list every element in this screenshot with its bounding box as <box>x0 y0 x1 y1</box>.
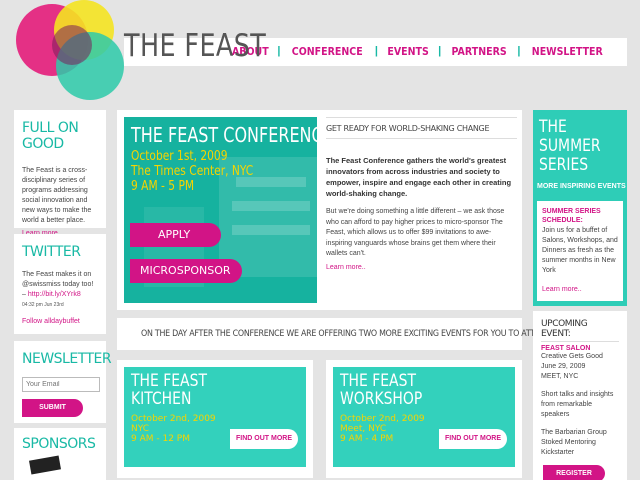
summer-series-box: THE SUMMER SERIES MORE INSPIRING EVENTS … <box>533 110 627 306</box>
conference-box: THE FEAST CONFERENCE October 1st, 2009 T… <box>117 110 522 310</box>
register-button[interactable]: REGISTER <box>543 465 605 480</box>
nav-newsletter[interactable]: NEWSLETTER <box>527 45 608 58</box>
event-title: THE FEAST WORKSHOP <box>340 372 422 408</box>
event-time: 9 AM - 12 PM <box>131 434 190 444</box>
conference-hero: THE FEAST CONFERENCE October 1st, 2009 T… <box>124 117 317 303</box>
summer-title-line: SERIES <box>539 155 589 175</box>
event-venue: Meet, NYC <box>340 424 387 434</box>
summer-schedule-text: Join us for a buffet of Salons, Workshop… <box>542 227 618 274</box>
conference-kicker: GET READY FOR WORLD-SHAKING CHANGE <box>326 117 517 139</box>
conference-more-link[interactable]: Learn more.. <box>326 264 517 271</box>
summer-title-line: THE <box>539 117 567 137</box>
sponsors-heading: SPONSORS <box>22 436 96 452</box>
upcoming-partner: Stoked Mentoring <box>541 439 596 446</box>
summer-schedule-heading: SUMMER SERIES SCHEDULE: <box>542 208 601 224</box>
conference-venue: The Times Center, NYC <box>131 164 254 179</box>
tweet-text: The Feast makes it on @swissmiss today t… <box>22 270 98 300</box>
day-after-banner: ON THE DAY AFTER THE CONFERENCE WE ARE O… <box>117 318 554 350</box>
conference-time: 9 AM - 5 PM <box>131 179 195 194</box>
find-out-more-button[interactable]: FIND OUT MORE <box>230 429 298 449</box>
event-title-line: THE FEAST <box>131 371 207 391</box>
event-title: THE FEAST KITCHEN <box>131 372 207 408</box>
twitter-box: TWITTER The Feast makes it on @swissmiss… <box>14 234 106 334</box>
event-venue: NYC <box>131 424 150 434</box>
upcoming-description: Short talks and insights from remarkable… <box>541 391 614 418</box>
summer-series-title: THE SUMMER SERIES <box>539 118 601 175</box>
header: ABOUT | CONFERENCE | EVENTS | PARTNERS |… <box>0 0 640 100</box>
event-date: October 2nd, 2009 <box>340 414 425 424</box>
day-after-text: ON THE DAY AFTER THE CONFERENCE WE ARE O… <box>141 329 554 339</box>
conference-lead: The Feast Conference gathers the world's… <box>326 156 512 198</box>
upcoming-event-name[interactable]: FEAST SALON <box>541 345 619 352</box>
summer-more-link[interactable]: Learn more.. <box>542 286 618 293</box>
apply-button[interactable]: APPLY <box>130 223 221 247</box>
full-on-good-box: FULL ON GOOD The Feast is a cross-discip… <box>14 110 106 237</box>
upcoming-partner: Kickstarter <box>541 449 575 456</box>
conference-date: October 1st, 2009 <box>131 149 228 164</box>
nav-separator: | <box>438 45 442 57</box>
upcoming-date: June 29, 2009 <box>541 363 586 370</box>
email-field[interactable] <box>22 377 100 392</box>
summer-series-subtitle: MORE INSPIRING EVENTS <box>537 183 626 190</box>
event-details: October 2nd, 2009 NYC 9 AM - 12 PM <box>131 414 216 444</box>
conference-paragraph: But we're doing something a little diffe… <box>326 208 505 257</box>
twitter-heading: TWITTER <box>22 244 81 260</box>
event-title-line: WORKSHOP <box>340 389 423 409</box>
upcoming-line: Creative Gets Good <box>541 353 603 360</box>
microsponsor-button[interactable]: MICROSPONSOR <box>130 259 242 283</box>
feast-logo-icon[interactable] <box>12 0 127 102</box>
event-title-line: THE FEAST <box>340 371 416 391</box>
sponsor-logo[interactable] <box>29 455 61 475</box>
event-date: October 2nd, 2009 <box>131 414 216 424</box>
event-card-inner: THE FEAST KITCHEN October 2nd, 2009 NYC … <box>124 367 306 467</box>
event-time: 9 AM - 4 PM <box>340 434 394 444</box>
nav-separator: | <box>374 45 378 57</box>
nav-events[interactable]: EVENTS <box>382 45 434 58</box>
full-on-good-heading: FULL ON GOOD <box>22 120 79 152</box>
newsletter-heading: NEWSLETTER <box>22 351 112 367</box>
upcoming-venue: MEET, NYC <box>541 373 579 380</box>
site-title[interactable]: THE FEAST <box>124 28 266 64</box>
submit-button[interactable]: SUBMIT <box>22 399 83 417</box>
upcoming-event-box: UPCOMING EVENT: FEAST SALON Creative Get… <box>533 311 627 480</box>
tweet-link[interactable]: http://bit.ly/XYrk8 <box>28 291 81 298</box>
main-nav: ABOUT | CONFERENCE | EVENTS | PARTNERS |… <box>223 45 615 58</box>
summer-series-card: SUMMER SERIES SCHEDULE: Join us for a bu… <box>537 201 623 301</box>
event-details: October 2nd, 2009 Meet, NYC 9 AM - 4 PM <box>340 414 425 444</box>
conference-body: GET READY FOR WORLD-SHAKING CHANGE The F… <box>326 117 517 271</box>
nav-partners[interactable]: PARTNERS <box>447 45 513 58</box>
find-out-more-button[interactable]: FIND OUT MORE <box>439 429 507 449</box>
twitter-follow-link[interactable]: Follow alldaybuffet <box>22 318 98 325</box>
event-card-workshop: THE FEAST WORKSHOP October 2nd, 2009 Mee… <box>326 360 522 478</box>
event-title-line: KITCHEN <box>131 389 192 409</box>
nav-separator: | <box>277 45 281 57</box>
event-card-kitchen: THE FEAST KITCHEN October 2nd, 2009 NYC … <box>117 360 313 478</box>
sponsors-box: SPONSORS <box>14 428 106 480</box>
nav-separator: | <box>517 45 521 57</box>
upcoming-partner: The Barbarian Group <box>541 429 607 436</box>
event-card-inner: THE FEAST WORKSHOP October 2nd, 2009 Mee… <box>333 367 515 467</box>
tweet-timestamp: 04:32 pm Jun 23rd <box>22 302 64 308</box>
full-on-good-text: The Feast is a cross-disciplinary series… <box>22 167 92 224</box>
upcoming-heading: UPCOMING EVENT: <box>541 319 619 342</box>
newsletter-box: NEWSLETTER SUBMIT <box>14 341 112 423</box>
conference-details: October 1st, 2009 The Times Center, NYC … <box>131 149 253 194</box>
conference-title: THE FEAST CONFERENCE <box>131 123 317 147</box>
summer-title-line: SUMMER <box>539 136 601 156</box>
nav-conference[interactable]: CONFERENCE <box>287 45 368 58</box>
